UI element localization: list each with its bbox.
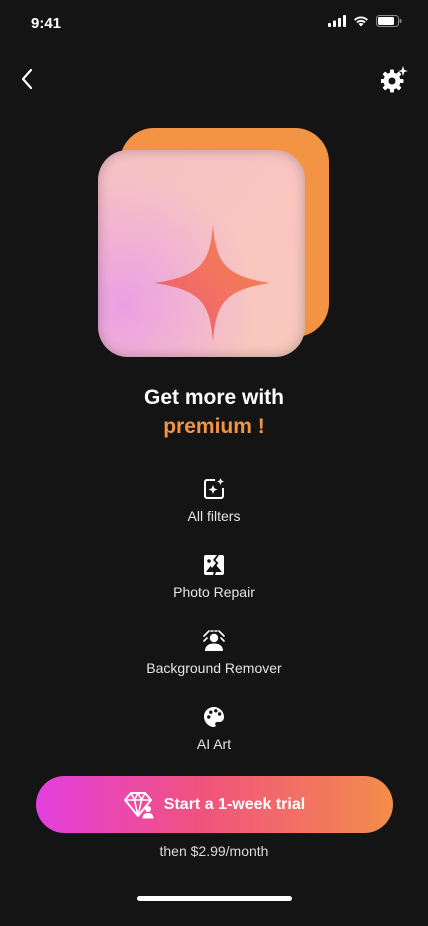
four-point-star-icon: [154, 224, 272, 347]
top-bar: [0, 62, 428, 96]
headline-premium: premium !: [163, 415, 265, 438]
chevron-left-icon: [20, 68, 34, 90]
hero-front-card: [98, 150, 305, 357]
gear-sparkle-icon: [381, 65, 409, 93]
battery-icon: [376, 15, 402, 27]
settings-button[interactable]: [378, 62, 412, 96]
headline: Get more with premium !: [0, 384, 428, 442]
feature-all-filters: All filters: [0, 477, 428, 524]
feature-background-remover: Background Remover: [0, 629, 428, 676]
home-indicator[interactable]: [137, 896, 292, 901]
premium-hero-illustration: [96, 126, 332, 360]
wifi-icon: [353, 15, 369, 27]
diamond-person-icon: [123, 791, 154, 819]
status-bar: 9:41: [0, 0, 428, 48]
feature-label: Background Remover: [146, 660, 282, 676]
image-sparkle-icon: [202, 477, 226, 501]
feature-ai-art: AI Art: [0, 705, 428, 752]
feature-label: All filters: [187, 508, 241, 524]
headline-line1: Get more with: [143, 386, 285, 409]
price-subtext: then $2.99/month: [159, 843, 269, 859]
status-time: 9:41: [31, 15, 62, 32]
image-repair-icon: [202, 553, 226, 577]
back-button[interactable]: [12, 62, 42, 96]
person-background-icon: [202, 629, 226, 653]
feature-photo-repair: Photo Repair: [0, 553, 428, 600]
status-icons: [328, 15, 402, 27]
palette-icon: [202, 705, 226, 729]
cellular-signal-icon: [328, 15, 346, 27]
start-trial-label: Start a 1-week trial: [163, 795, 306, 813]
start-trial-button[interactable]: Start a 1-week trial: [36, 776, 393, 833]
feature-label: AI Art: [196, 736, 232, 752]
feature-label: Photo Repair: [173, 584, 255, 600]
